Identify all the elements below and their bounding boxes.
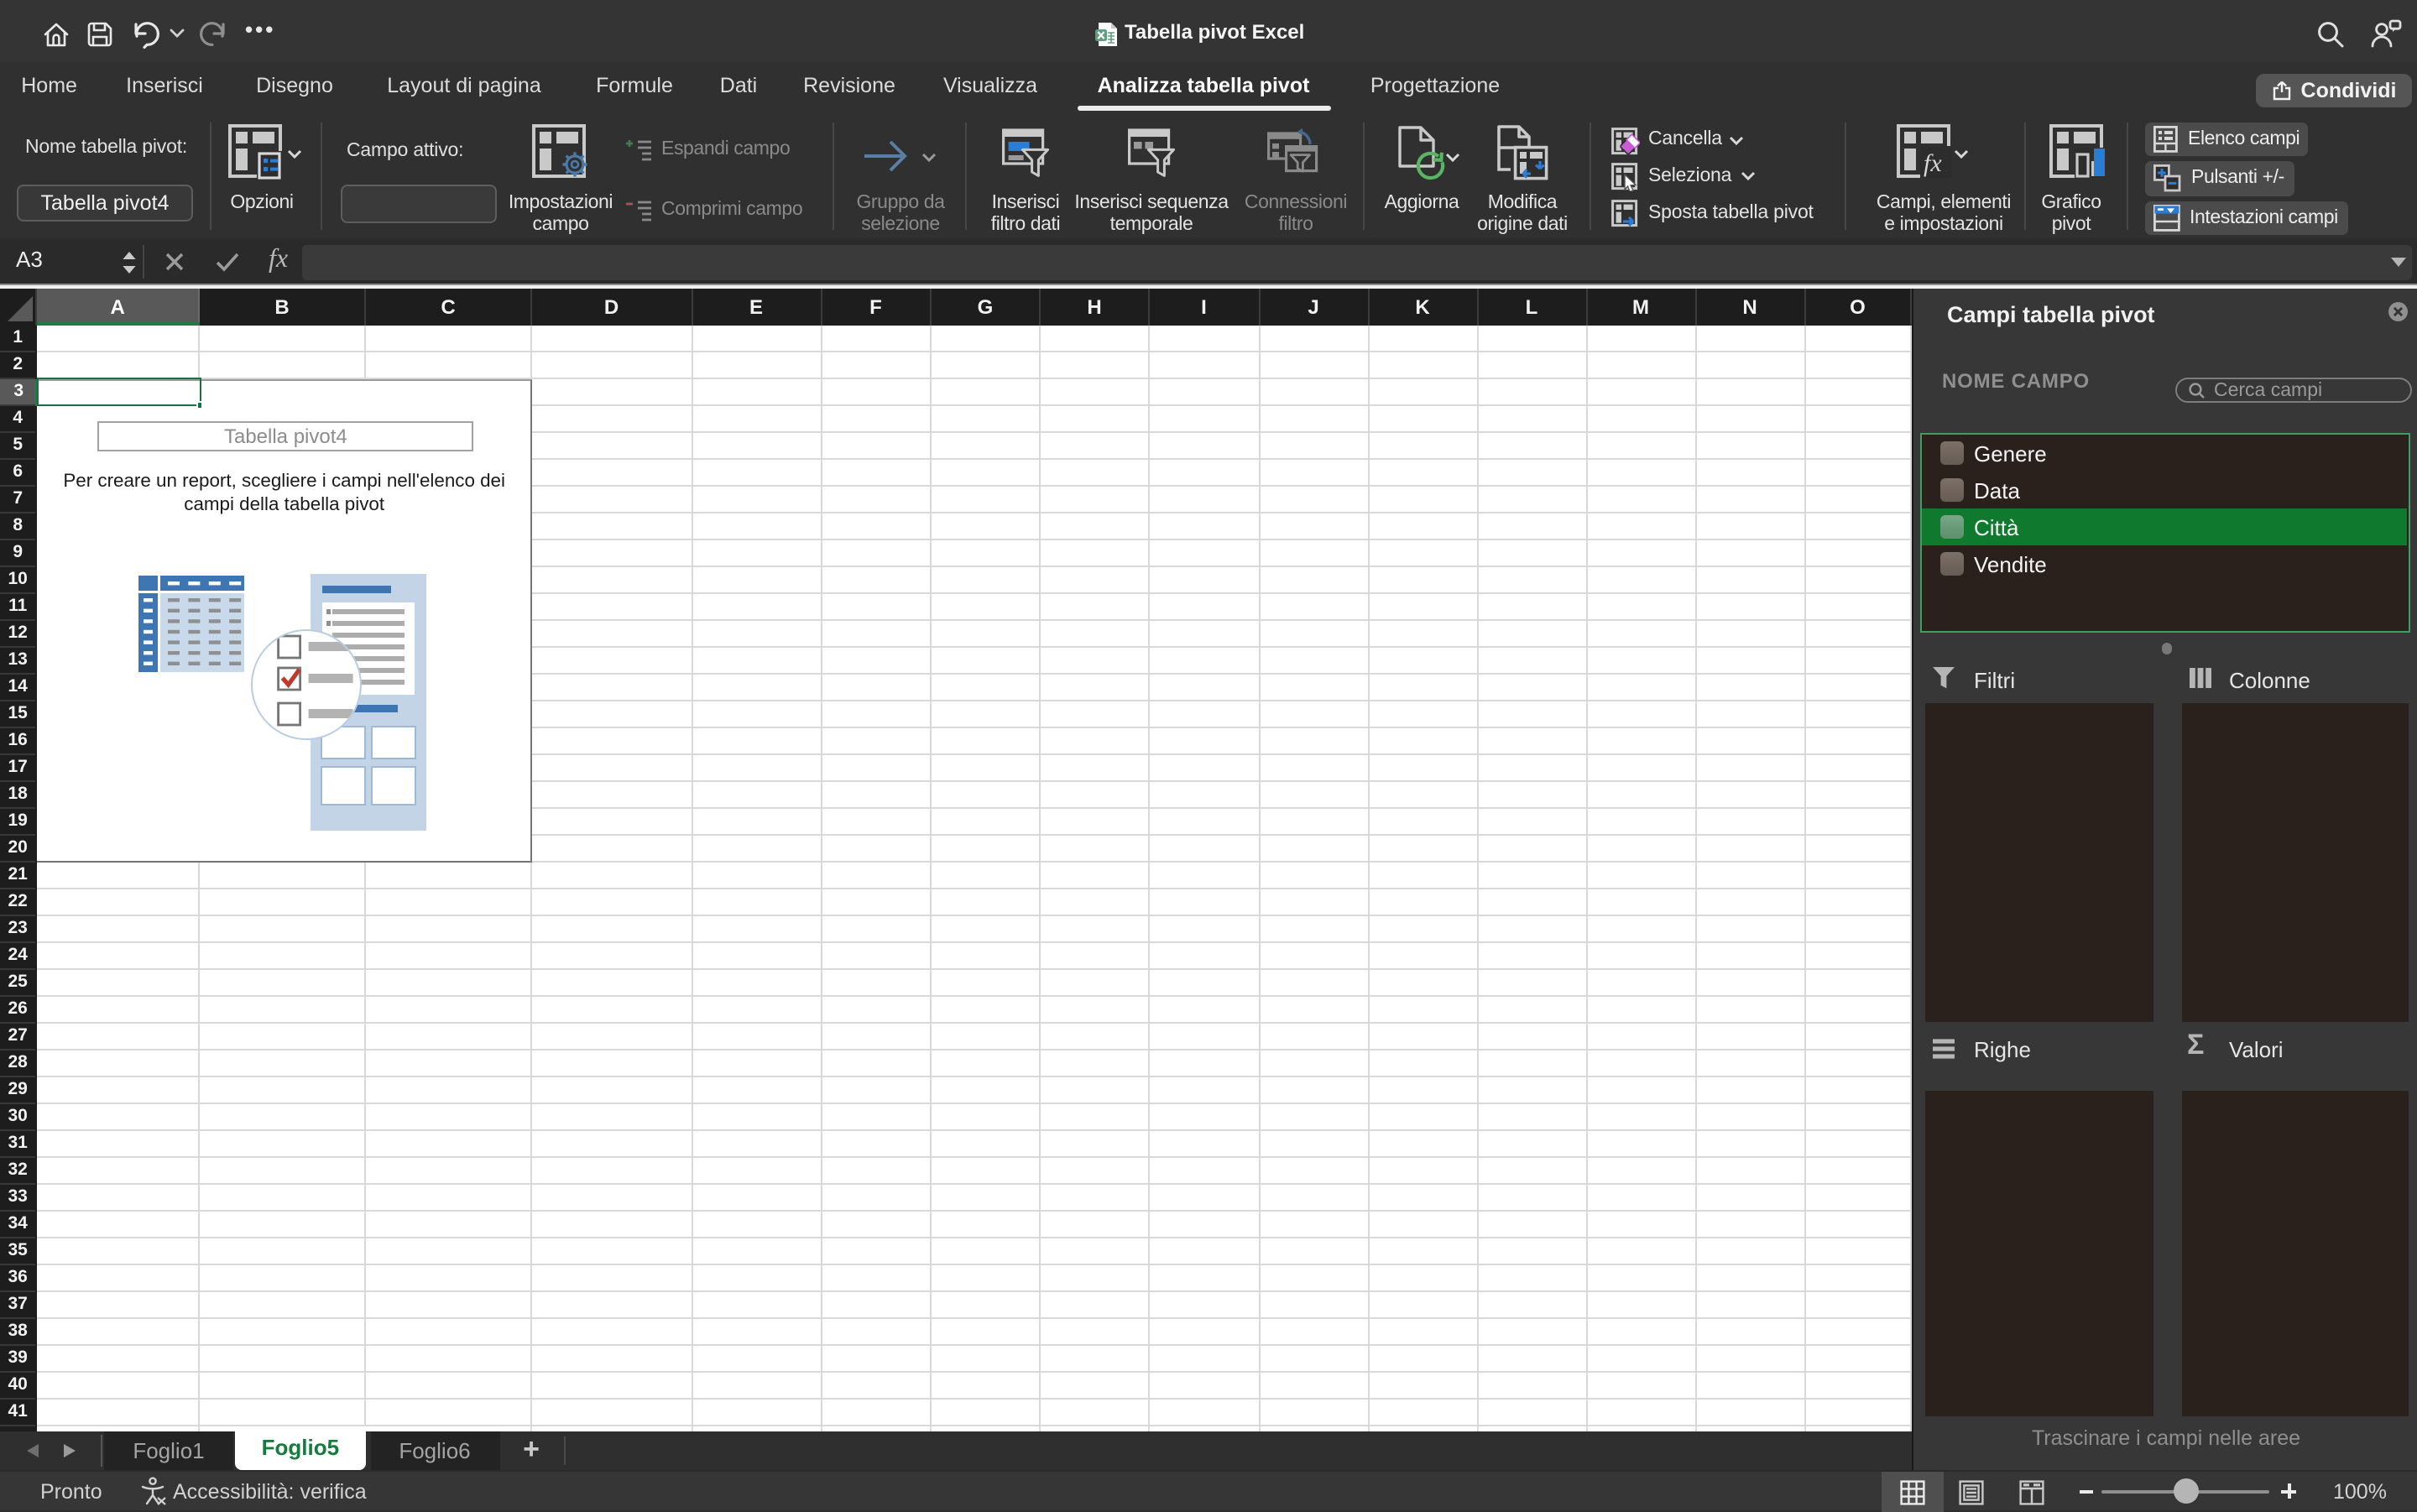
svg-text:fx: fx	[1924, 149, 1942, 177]
